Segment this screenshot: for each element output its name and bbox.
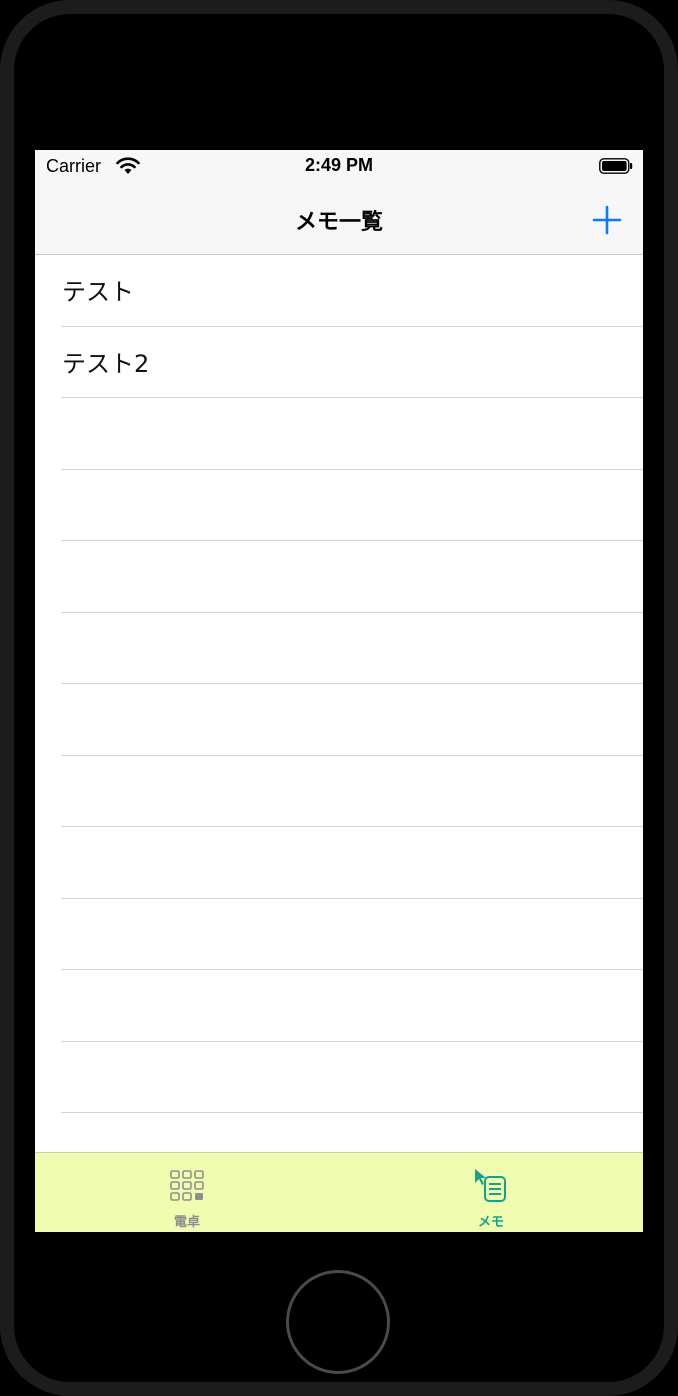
calculator-grid-icon — [170, 1170, 204, 1201]
tab-bar: 電卓 メモ — [35, 1152, 643, 1232]
tab-label: 電卓 — [173, 1215, 200, 1230]
memo-title: テスト — [62, 278, 134, 306]
empty-row — [35, 756, 643, 828]
memo-row[interactable]: テスト — [35, 255, 643, 327]
empty-row — [35, 827, 643, 899]
status-time: 2:49 PM — [304, 155, 374, 175]
empty-row — [35, 899, 643, 971]
empty-row — [35, 470, 643, 542]
tab-memo[interactable]: メモ — [339, 1153, 643, 1232]
navigation-bar: メモ一覧 — [35, 184, 643, 255]
app-screen: Carrier 2:49 PM メモ一覧 テスト テスト2 電卓 メモ — [35, 150, 643, 1232]
tab-label: メモ — [477, 1215, 504, 1230]
home-button[interactable] — [286, 1270, 390, 1374]
memo-list: テスト テスト2 — [35, 255, 643, 1151]
memo-list-icon — [475, 1169, 506, 1202]
page-title: メモ一覧 — [294, 210, 383, 235]
empty-row — [35, 541, 643, 613]
memo-row[interactable]: テスト2 — [35, 327, 643, 399]
battery-icon — [599, 158, 633, 174]
empty-row — [35, 1042, 643, 1114]
status-bar: Carrier 2:49 PM — [35, 150, 643, 184]
tab-calculator[interactable]: 電卓 — [35, 1153, 339, 1232]
add-memo-button[interactable] — [587, 200, 627, 240]
memo-title: テスト2 — [62, 349, 150, 378]
plus-icon — [592, 205, 622, 235]
empty-row — [35, 398, 643, 470]
empty-row — [35, 970, 643, 1042]
empty-row — [35, 684, 643, 756]
empty-row — [35, 613, 643, 685]
